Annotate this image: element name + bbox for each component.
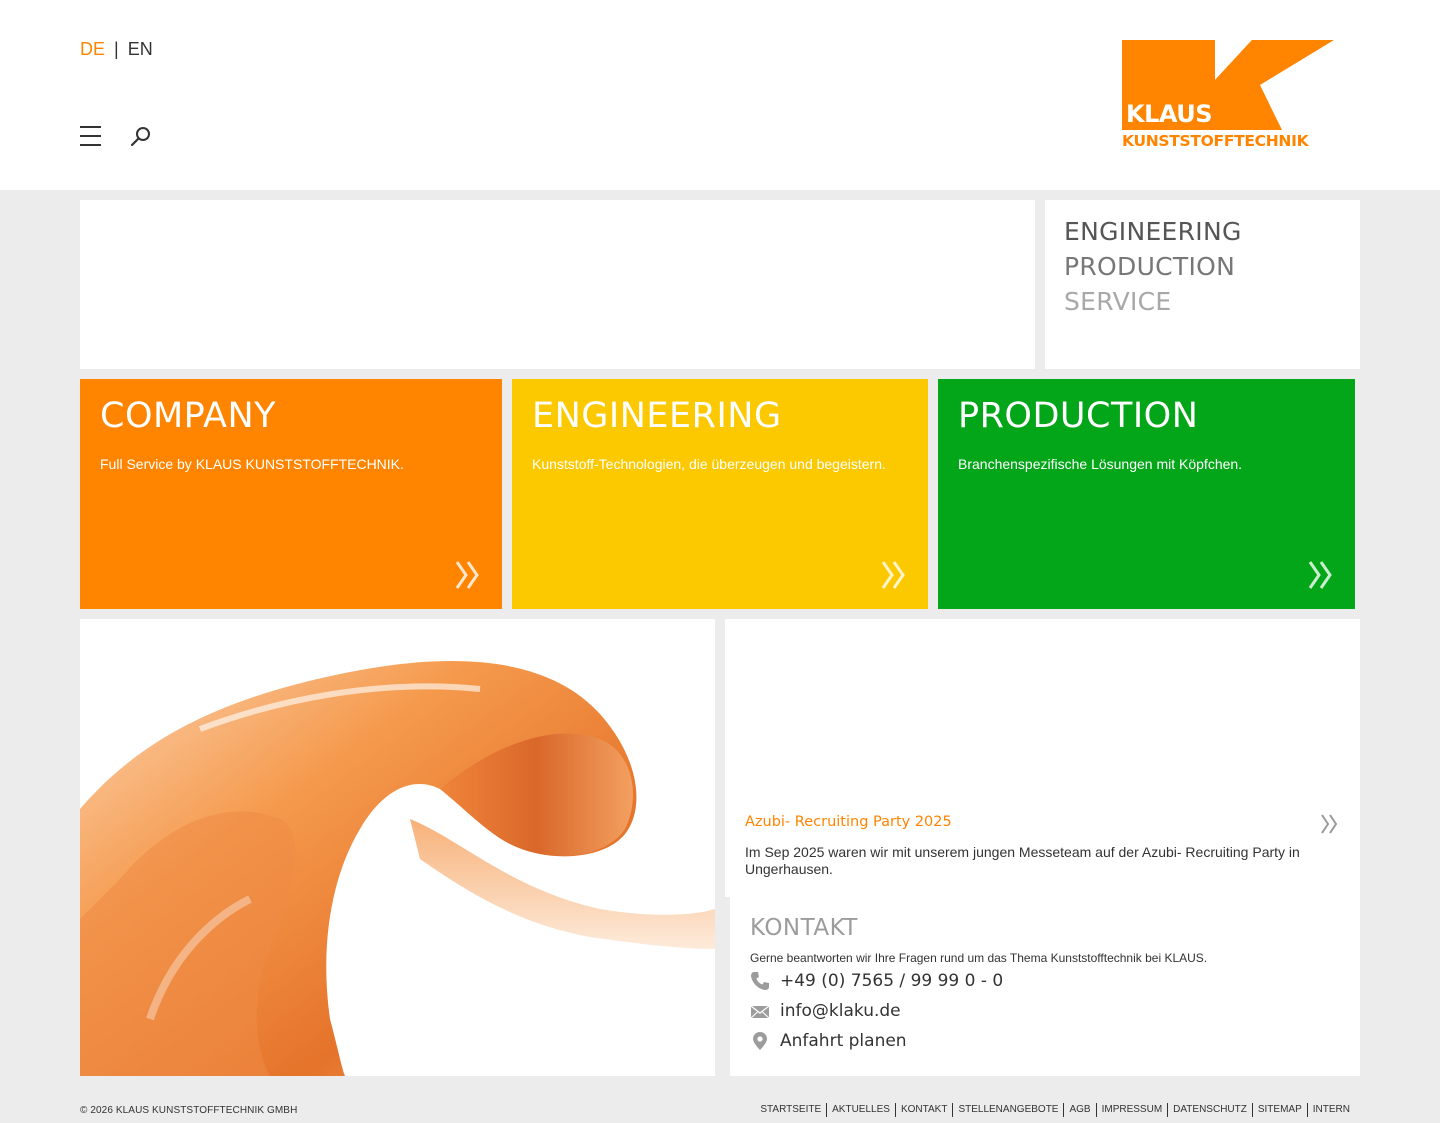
- logo-subline: KUNSTSTOFFTECHNIK: [1122, 132, 1309, 150]
- contact-directions[interactable]: Anfahrt planen: [780, 1031, 907, 1051]
- contact-phone-row[interactable]: +49 (0) 7565 / 99 99 0 - 0: [750, 969, 1003, 993]
- footer-link-impressum[interactable]: IMPRESSUM: [1095, 1103, 1168, 1117]
- footer-link-intern[interactable]: INTERN: [1306, 1103, 1355, 1117]
- lang-de-link[interactable]: DE: [80, 39, 105, 59]
- claim-box: ENGINEERING PRODUCTION SERVICE: [1045, 200, 1360, 369]
- footer-link-sitemap[interactable]: SITEMAP: [1251, 1103, 1307, 1117]
- tile-company[interactable]: COMPANY Full Service by KLAUS KUNSTSTOFF…: [80, 379, 502, 609]
- contact-email[interactable]: info@klaku.de: [780, 1001, 901, 1021]
- contact-directions-row[interactable]: Anfahrt planen: [750, 1029, 907, 1053]
- claim-service: SERVICE: [1064, 287, 1172, 316]
- tile-text: Kunststoff-Technologien, die überzeugen …: [532, 456, 886, 472]
- contact-email-row[interactable]: info@klaku.de: [750, 999, 901, 1023]
- news-text: Im Sep 2025 waren wir mit unserem jungen…: [745, 844, 1300, 877]
- footer-link-aktuelles[interactable]: AKTUELLES: [826, 1103, 895, 1117]
- contact-heading: KONTAKT: [750, 915, 858, 941]
- footer-copyright: © 2026 KLAUS KUNSTSTOFFTECHNIK GMBH: [80, 1105, 298, 1116]
- company-logo[interactable]: KLAUS KUNSTSTOFFTECHNIK: [1122, 40, 1335, 151]
- phone-icon: [751, 972, 769, 990]
- footer-link-startseite[interactable]: STARTSEITE: [755, 1103, 826, 1117]
- tile-title: COMPANY: [100, 396, 277, 436]
- footer-link-stellenangebote[interactable]: STELLENANGEBOTE: [952, 1103, 1063, 1117]
- news-title[interactable]: Azubi- Recruiting Party 2025: [745, 814, 952, 830]
- contact-intro: Gerne beantworten wir Ihre Fragen rund u…: [750, 951, 1208, 965]
- tile-text: Branchenspezifische Lösungen mit Köpfche…: [958, 456, 1243, 472]
- tile-title: PRODUCTION: [958, 396, 1199, 436]
- tile-title: ENGINEERING: [532, 396, 782, 436]
- menu-icon[interactable]: [80, 125, 101, 147]
- claim-engineering: ENGINEERING: [1064, 217, 1242, 246]
- double-chevron-right-icon: [455, 561, 479, 589]
- hero-banner: [80, 200, 1035, 369]
- search-icon[interactable]: [130, 126, 152, 148]
- contact-box: KONTAKT Gerne beantworten wir Ihre Frage…: [730, 897, 1360, 1076]
- footer-nav: STARTSEITE AKTUELLES KONTAKT STELLENANGE…: [755, 1103, 1355, 1117]
- news-teaser[interactable]: Azubi- Recruiting Party 2025 Im Sep 2025…: [725, 619, 1360, 897]
- double-chevron-right-icon: [881, 561, 905, 589]
- envelope-icon: [750, 1005, 770, 1019]
- lang-en-link[interactable]: EN: [128, 39, 153, 59]
- tile-text: Full Service by KLAUS KUNSTSTOFFTECHNIK.: [100, 456, 404, 472]
- map-pin-icon: [753, 1032, 767, 1050]
- footer-link-agb[interactable]: AGB: [1063, 1103, 1095, 1117]
- tile-engineering[interactable]: ENGINEERING Kunststoff-Technologien, die…: [512, 379, 928, 609]
- footer-link-datenschutz[interactable]: DATENSCHUTZ: [1167, 1103, 1252, 1117]
- site-header: DE | EN KLAUS KUNSTSTOFFTECHNIK: [0, 0, 1440, 190]
- contact-phone[interactable]: +49 (0) 7565 / 99 99 0 - 0: [780, 971, 1003, 991]
- language-switcher: DE | EN: [80, 39, 153, 60]
- footer-link-kontakt[interactable]: KONTAKT: [894, 1103, 952, 1117]
- lang-separator: |: [114, 39, 119, 59]
- double-chevron-right-icon: [1308, 561, 1332, 589]
- tile-production[interactable]: PRODUCTION Branchenspezifische Lösungen …: [938, 379, 1355, 609]
- product-image: [80, 619, 715, 1076]
- claim-production: PRODUCTION: [1064, 252, 1236, 281]
- double-chevron-right-icon[interactable]: [1320, 814, 1340, 834]
- logo-wordmark: KLAUS: [1126, 100, 1213, 128]
